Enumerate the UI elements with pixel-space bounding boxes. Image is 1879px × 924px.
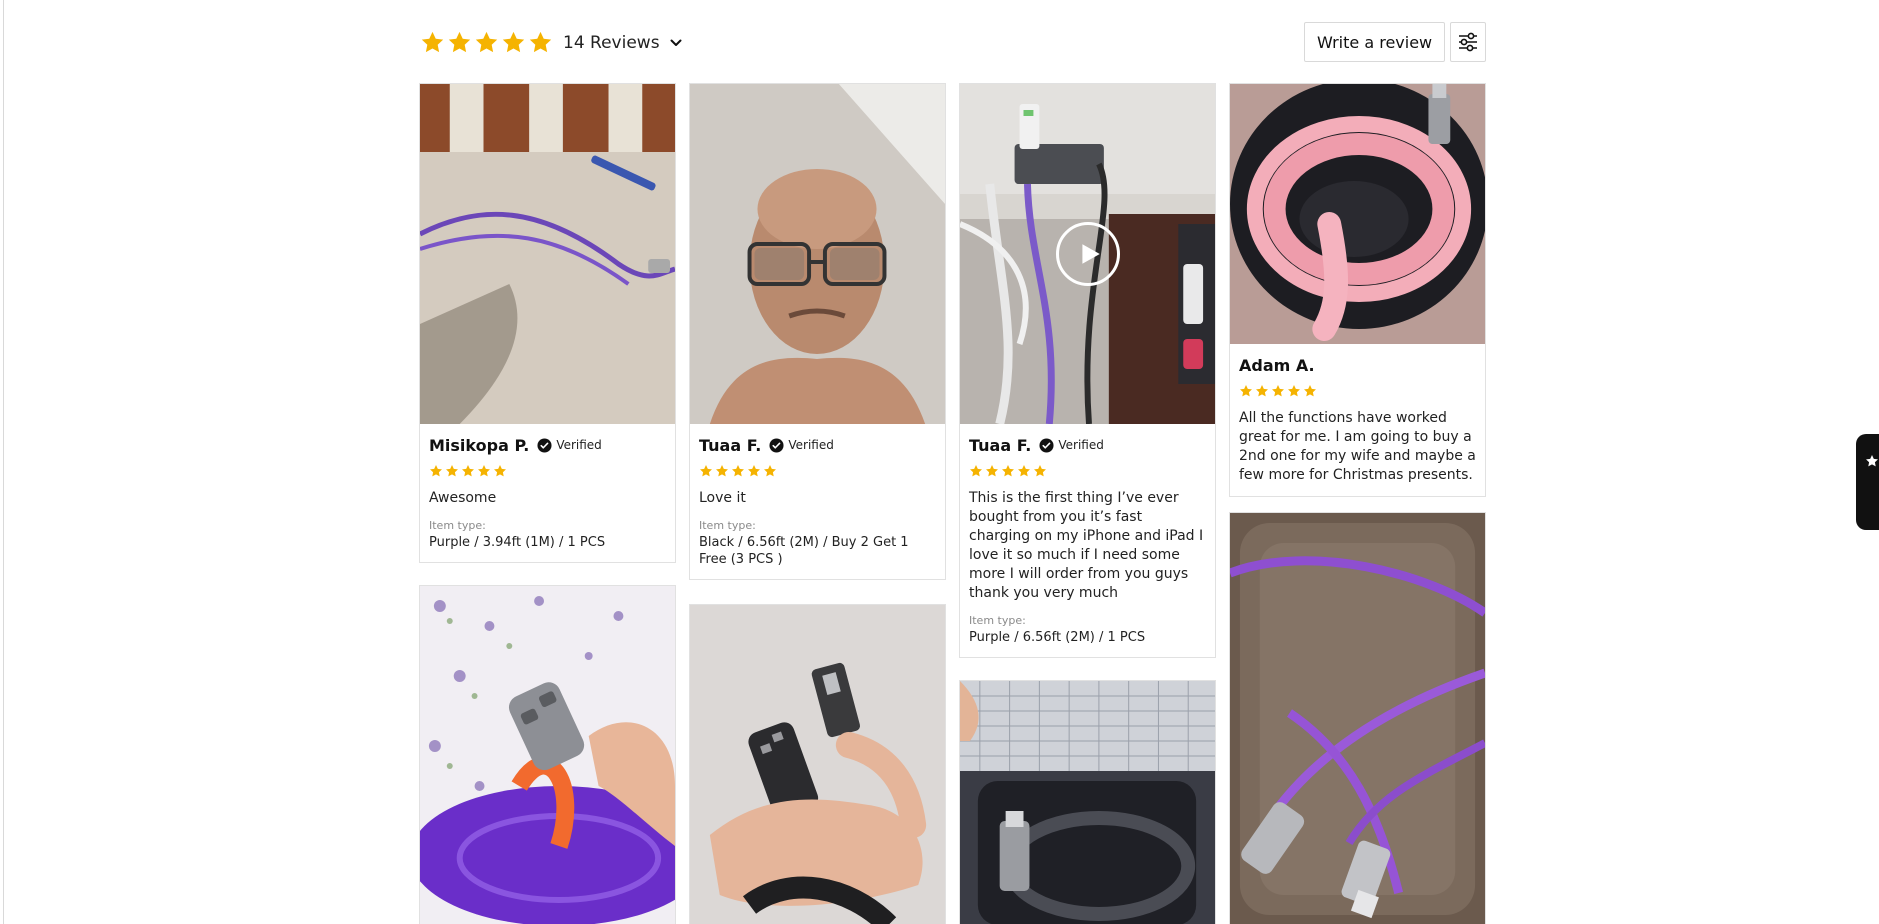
star-icon xyxy=(493,464,507,478)
review-card[interactable] xyxy=(419,585,676,924)
sliders-icon xyxy=(1459,32,1477,52)
review-rating-stars xyxy=(429,464,666,478)
review-card[interactable]: Tuaa F. Verified Love it Item type: Blac… xyxy=(689,83,946,580)
average-rating-stars xyxy=(420,30,553,55)
star-icon xyxy=(969,464,983,478)
star-icon xyxy=(985,464,999,478)
review-card[interactable]: Misikopa P. Verified Awesome Item type: … xyxy=(419,83,676,563)
item-type-value: Purple / 3.94ft (1M) / 1 PCS xyxy=(429,535,606,550)
star-icon xyxy=(445,464,459,478)
reviewer-name: Adam A. xyxy=(1239,355,1315,375)
star-icon xyxy=(1033,464,1047,478)
reviewer-name: Tuaa F. xyxy=(969,435,1032,455)
play-icon xyxy=(1081,244,1100,264)
review-photo[interactable] xyxy=(1230,84,1485,344)
item-type-label: Item type: xyxy=(429,519,486,532)
photo-reviewer-selfie xyxy=(690,84,945,424)
review-photo[interactable] xyxy=(960,681,1215,924)
verified-check-icon xyxy=(1039,437,1054,453)
chevron-down-icon[interactable] xyxy=(669,36,683,50)
star-icon xyxy=(1001,464,1015,478)
star-icon xyxy=(731,464,745,478)
reviews-header: 14 Reviews Write a review xyxy=(420,22,1486,62)
star-icon xyxy=(699,464,713,478)
review-card[interactable]: Adam A. All the functions have worked gr… xyxy=(1229,83,1486,497)
photo-black-cable-in-hand xyxy=(690,605,945,924)
star-icon xyxy=(477,464,491,478)
star-icon xyxy=(1271,384,1285,398)
review-photo[interactable] xyxy=(1230,513,1485,924)
verified-label: Verified xyxy=(1058,438,1104,452)
verified-check-icon xyxy=(537,437,552,453)
reviews-summary-dropdown[interactable]: 14 Reviews xyxy=(420,30,683,55)
star-icon xyxy=(429,464,443,478)
review-card[interactable] xyxy=(1229,512,1486,924)
filter-button[interactable] xyxy=(1450,22,1486,62)
review-card[interactable] xyxy=(959,680,1216,924)
review-text: All the functions have worked great for … xyxy=(1239,410,1476,483)
star-icon xyxy=(1287,384,1301,398)
star-icon xyxy=(461,464,475,478)
verified-check-icon xyxy=(769,437,784,453)
review-photo[interactable] xyxy=(690,605,945,924)
star-icon xyxy=(763,464,777,478)
write-review-button[interactable]: Write a review xyxy=(1304,22,1446,62)
review-text: Awesome xyxy=(429,490,497,506)
review-card[interactable] xyxy=(689,604,946,924)
star-icon xyxy=(747,464,761,478)
review-rating-stars xyxy=(969,464,1206,478)
star-icon xyxy=(1866,455,1878,467)
star-icon xyxy=(447,30,472,55)
play-button[interactable] xyxy=(1055,222,1120,286)
review-photo[interactable] xyxy=(690,84,945,424)
reviewer-name: Tuaa F. xyxy=(699,435,762,455)
star-icon xyxy=(1017,464,1031,478)
review-text: Love it xyxy=(699,490,746,506)
photo-cable-in-travel-case xyxy=(960,681,1215,924)
item-type-label: Item type: xyxy=(699,519,756,532)
star-icon xyxy=(715,464,729,478)
review-rating-stars xyxy=(699,464,936,478)
item-type-label: Item type: xyxy=(969,614,1026,627)
star-icon xyxy=(1239,384,1253,398)
photo-pink-cable-in-case xyxy=(1230,84,1485,344)
photo-purple-cable-on-tray xyxy=(1230,513,1485,924)
verified-label: Verified xyxy=(788,438,834,452)
star-icon xyxy=(474,30,499,55)
side-reviews-tab[interactable] xyxy=(1856,434,1879,530)
review-card[interactable]: Tuaa F. Verified This is the first thing… xyxy=(959,83,1216,658)
star-icon xyxy=(420,30,445,55)
photo-cable-on-floral-cloth xyxy=(420,586,675,924)
review-photo[interactable] xyxy=(420,84,675,424)
review-video[interactable] xyxy=(960,84,1215,424)
item-type-value: Purple / 6.56ft (2M) / 1 PCS xyxy=(969,630,1146,645)
star-icon xyxy=(1303,384,1317,398)
star-icon xyxy=(501,30,526,55)
verified-label: Verified xyxy=(556,438,602,452)
photo-purple-cable-on-table xyxy=(420,84,675,424)
star-icon xyxy=(528,30,553,55)
review-text: This is the first thing I’ve ever bought… xyxy=(969,490,1204,601)
review-count: 14 Reviews xyxy=(563,32,660,53)
reviewer-name: Misikopa P. xyxy=(429,435,530,455)
page-left-border xyxy=(3,0,4,924)
item-type-value: Black / 6.56ft (2M) / Buy 2 Get 1 Free (… xyxy=(699,535,909,567)
star-icon xyxy=(1255,384,1269,398)
review-rating-stars xyxy=(1239,384,1476,398)
review-photo[interactable] xyxy=(420,586,675,924)
